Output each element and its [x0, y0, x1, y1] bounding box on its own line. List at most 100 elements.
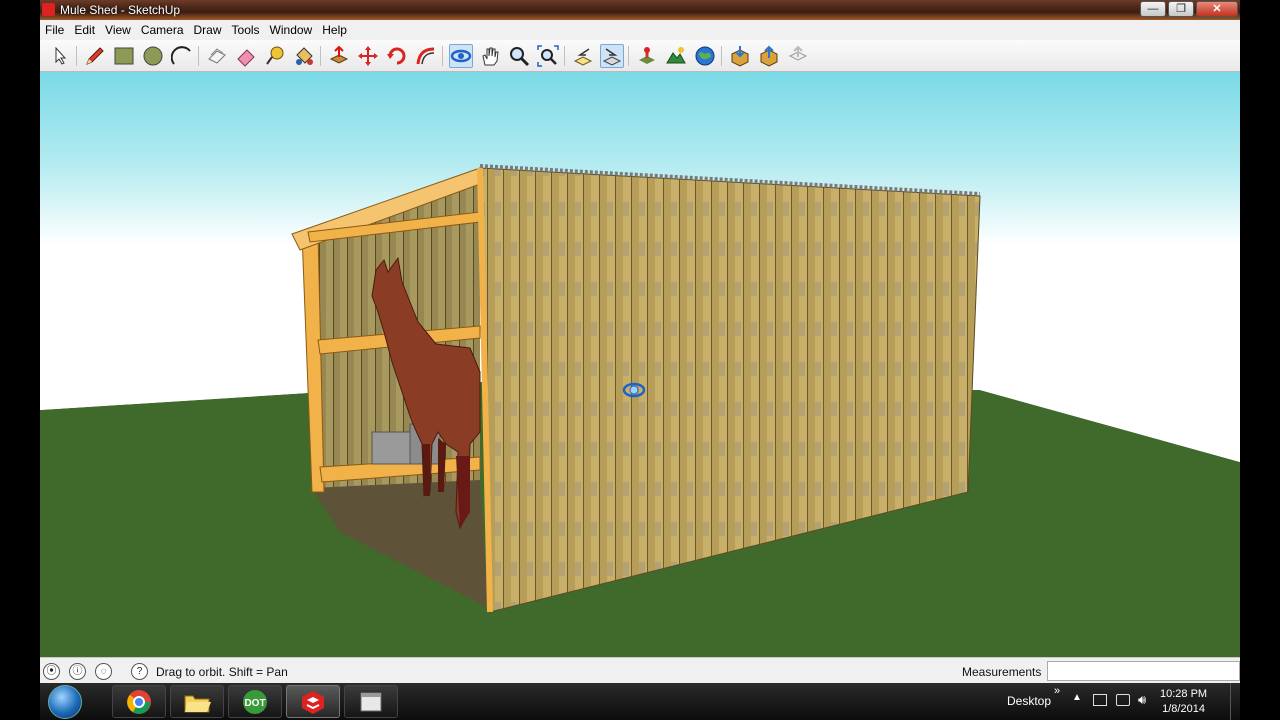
system-clock[interactable]: 10:28 PM 1/8/2014	[1160, 687, 1207, 717]
toggle-terrain-tool[interactable]	[664, 44, 688, 68]
arrow-icon	[55, 47, 67, 65]
menu-file[interactable]: File	[40, 20, 69, 37]
eraser-tool[interactable]	[234, 44, 258, 68]
menu-draw[interactable]: Draw	[189, 20, 227, 37]
share-model-tool[interactable]	[757, 44, 781, 68]
push-pull-icon	[329, 45, 349, 64]
location-icon	[639, 47, 655, 64]
pencil-tool[interactable]	[83, 44, 107, 68]
taskbar-dot-app[interactable]: DOT	[228, 685, 282, 718]
status-hint: Drag to orbit. Shift = Pan	[156, 665, 288, 679]
arc-tool[interactable]	[170, 44, 194, 68]
get-models-icon	[731, 46, 749, 67]
sketchup-app-icon[interactable]	[42, 3, 55, 16]
tray-volume-icon[interactable]: 🔊︎	[1138, 692, 1146, 708]
menu-bar: File Edit View Camera Draw Tools Window Help	[40, 20, 1240, 40]
orbit-tool[interactable]	[449, 44, 473, 68]
measurements-label: Measurements	[962, 665, 1042, 679]
share-component-tool[interactable]	[786, 44, 810, 68]
get-models-tool[interactable]	[728, 44, 752, 68]
offset-tool[interactable]	[414, 44, 438, 68]
tray-expand-icon[interactable]: ▲	[1072, 692, 1082, 703]
move-icon	[358, 46, 378, 66]
menu-window[interactable]: Window	[265, 20, 318, 37]
eraser-icon	[237, 49, 255, 67]
next-view-icon	[602, 48, 622, 66]
feed-bucket	[371, 431, 411, 465]
select-tool[interactable]	[48, 44, 72, 68]
add-location-tool[interactable]	[635, 44, 659, 68]
window-title: Mule Shed - SketchUp	[60, 3, 181, 17]
globe-icon	[695, 46, 715, 66]
dot-icon: DOT	[243, 689, 267, 714]
menu-tools[interactable]: Tools	[227, 20, 265, 37]
toolbar-chevron[interactable]: »	[1054, 685, 1060, 697]
rotate-icon	[387, 47, 406, 65]
component-icon	[208, 48, 226, 64]
window-icon	[360, 692, 382, 711]
make-component-tool[interactable]	[205, 44, 229, 68]
share-model-icon	[760, 45, 778, 67]
user-icon[interactable]: ◌	[95, 663, 112, 680]
circle-icon	[143, 46, 163, 66]
maximize-button[interactable]: ❐	[1168, 1, 1194, 17]
previous-view-tool[interactable]	[571, 44, 595, 68]
zoom-extents-tool[interactable]	[536, 44, 560, 68]
paint-bucket-tool[interactable]	[292, 44, 316, 68]
rectangle-tool[interactable]	[112, 44, 136, 68]
terrain-icon	[666, 47, 686, 64]
show-desktop-button[interactable]	[1230, 683, 1240, 720]
tape-measure-icon	[266, 46, 284, 65]
move-tool[interactable]	[356, 44, 380, 68]
chrome-icon	[127, 689, 151, 714]
desktop-toolbar-label[interactable]: Desktop	[1007, 694, 1051, 708]
pan-tool[interactable]	[478, 44, 502, 68]
circle-tool[interactable]	[141, 44, 165, 68]
push-pull-tool[interactable]	[327, 44, 351, 68]
minimize-button[interactable]: —	[1140, 1, 1166, 17]
share-component-icon	[788, 45, 808, 61]
start-button[interactable]	[48, 685, 82, 719]
taskbar-chrome[interactable]	[112, 685, 166, 718]
close-button[interactable]: ✕	[1196, 1, 1238, 17]
windows-taskbar: DOT Desktop » ▲ 🔊︎ 10:28 PM 1/8/2014	[40, 683, 1240, 720]
preview-google-earth-tool[interactable]	[693, 44, 717, 68]
credits-icon[interactable]: ⓘ	[69, 663, 86, 680]
sketchup-icon	[302, 690, 324, 714]
status-bar: ⦿ ⓘ ◌ ? Drag to orbit. Shift = Pan Measu…	[40, 657, 1240, 683]
menu-view[interactable]: View	[100, 20, 136, 37]
measurements-input[interactable]	[1047, 661, 1240, 681]
folder-icon	[184, 695, 211, 712]
previous-view-icon	[573, 48, 593, 66]
magnifier-icon	[510, 47, 530, 67]
zoom-extents-icon	[537, 45, 559, 67]
next-view-tool[interactable]	[600, 44, 624, 68]
taskbar-file-explorer[interactable]	[170, 685, 224, 718]
svg-text:DOT: DOT	[244, 698, 265, 709]
clock-date: 1/8/2014	[1162, 703, 1205, 715]
scene-canvas[interactable]	[40, 72, 1240, 657]
pencil-icon	[86, 47, 104, 65]
tray-battery-icon[interactable]	[1093, 694, 1107, 706]
title-bar: Mule Shed - SketchUp — ❐ ✕	[40, 0, 1240, 20]
paint-bucket-icon	[296, 47, 313, 65]
orbit-icon	[450, 49, 472, 63]
zoom-tool[interactable]	[507, 44, 531, 68]
taskbar-sketchup[interactable]	[286, 685, 340, 718]
toolbar	[40, 40, 1240, 72]
tape-measure-tool[interactable]	[263, 44, 287, 68]
taskbar-window-app[interactable]	[344, 685, 398, 718]
rotate-tool[interactable]	[385, 44, 409, 68]
geo-location-icon[interactable]: ⦿	[43, 663, 60, 680]
menu-camera[interactable]: Camera	[136, 20, 189, 37]
menu-help[interactable]: Help	[317, 20, 352, 37]
tray-network-icon[interactable]	[1116, 694, 1130, 706]
menu-edit[interactable]: Edit	[69, 20, 100, 37]
sketchup-window: Mule Shed - SketchUp — ❐ ✕ File Edit View C…	[40, 0, 1240, 720]
model-viewport[interactable]	[40, 72, 1240, 657]
offset-icon	[416, 47, 435, 65]
rectangle-icon	[114, 47, 134, 65]
help-icon[interactable]: ?	[131, 663, 148, 680]
clock-time: 10:28 PM	[1160, 688, 1208, 700]
arc-icon	[171, 46, 191, 65]
